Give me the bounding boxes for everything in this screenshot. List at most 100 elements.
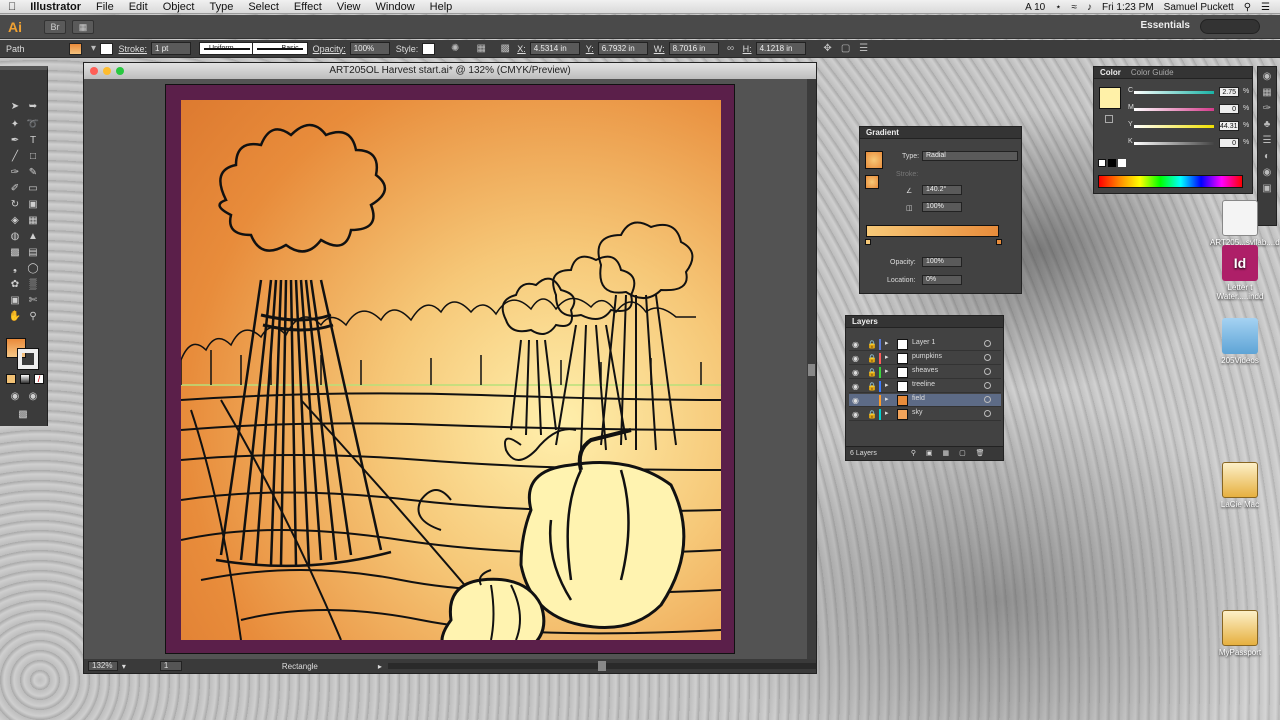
channel-y-slider[interactable] — [1134, 125, 1214, 128]
desktop-icon-mypassport[interactable]: MyPassport — [1210, 610, 1270, 657]
artboard-tool-icon[interactable]: ▣ — [8, 294, 22, 308]
screen-mode-icon[interactable]: ▩ — [16, 408, 30, 422]
scale-tool-icon[interactable]: ▣ — [26, 198, 40, 212]
delete-layer-icon[interactable]: 🗑 — [976, 450, 985, 457]
target-icon[interactable] — [984, 340, 991, 347]
stroke-swatch[interactable] — [17, 348, 39, 370]
graphic-styles-panel-icon[interactable]: ▣ — [1261, 183, 1273, 195]
canvas[interactable] — [84, 79, 809, 661]
volume-icon[interactable]: ♪ — [1087, 2, 1092, 13]
width-tool-icon[interactable]: ◈ — [8, 214, 22, 228]
desktop-icon-205videos[interactable]: 205Videos — [1210, 318, 1270, 365]
color-mode-icon[interactable] — [6, 374, 16, 384]
gradient-mode-icon[interactable] — [20, 374, 30, 384]
gradient-tool-icon[interactable]: ▤ — [26, 246, 40, 260]
lasso-tool-icon[interactable]: ➰ — [26, 118, 40, 132]
spotlight-icon[interactable]: ⚲ — [1244, 2, 1251, 13]
layer-name[interactable]: Layer 1 — [912, 339, 935, 346]
target-icon[interactable] — [984, 382, 991, 389]
none-mode-icon[interactable]: / — [34, 374, 44, 384]
stroke-label[interactable]: Stroke: — [119, 44, 148, 54]
layer-name[interactable]: field — [912, 395, 925, 402]
new-sublayer-icon[interactable]: ▦ — [942, 450, 949, 457]
height-field[interactable]: 4.1218 in — [755, 42, 806, 55]
magic-wand-tool-icon[interactable]: ✦ — [8, 118, 22, 132]
y-field[interactable]: 6.7932 in — [597, 42, 648, 55]
slice-tool-icon[interactable]: ✄ — [26, 294, 40, 308]
menu-help[interactable]: Help — [430, 1, 453, 13]
menu-view[interactable]: View — [337, 1, 361, 13]
stop-location-field[interactable]: 0% — [922, 275, 962, 285]
clipping-mask-icon[interactable]: ▣ — [926, 450, 933, 457]
scroll-thumb[interactable] — [808, 364, 815, 376]
expand-icon[interactable]: ▸ — [885, 367, 889, 375]
visibility-icon[interactable]: ◉ — [852, 354, 859, 363]
desktop-icon-syllabus[interactable]: ART205...syllab....d — [1210, 200, 1280, 247]
draw-normal-icon[interactable]: ◉ — [8, 390, 22, 404]
aspect-ratio-field[interactable]: 100% — [922, 202, 962, 212]
menu-select[interactable]: Select — [248, 1, 279, 13]
perspective-grid-tool-icon[interactable]: ▲ — [26, 230, 40, 244]
menu-type[interactable]: Type — [209, 1, 233, 13]
layer-name[interactable]: sheaves — [912, 367, 938, 374]
eyedropper-tool-icon[interactable]: ❟ — [8, 262, 22, 276]
locate-object-icon[interactable]: ⚲ — [911, 450, 916, 457]
clock[interactable]: Fri 1:23 PM — [1102, 2, 1154, 13]
mesh-tool-icon[interactable]: ▩ — [8, 246, 22, 260]
tab-layers[interactable]: Layers — [852, 317, 878, 326]
visibility-icon[interactable]: ◉ — [852, 410, 859, 419]
opacity-label[interactable]: Opacity: — [313, 44, 346, 54]
menu-file[interactable]: File — [96, 1, 114, 13]
harvest-artwork[interactable] — [181, 100, 721, 640]
minimize-window-button[interactable] — [103, 67, 111, 75]
bridge-button[interactable]: Br — [44, 19, 66, 34]
scroll-thumb[interactable] — [597, 661, 606, 671]
bluetooth-icon[interactable]: ⋆ — [1055, 2, 1061, 13]
gradient-type-select[interactable]: Radial — [922, 151, 1018, 161]
menu-edit[interactable]: Edit — [129, 1, 148, 13]
layer-row-selected[interactable]: ◉ ▸ field — [849, 394, 1001, 407]
zoom-window-button[interactable] — [116, 67, 124, 75]
menu-effect[interactable]: Effect — [294, 1, 322, 13]
expand-icon[interactable]: ▸ — [885, 381, 889, 389]
visibility-icon[interactable]: ◉ — [852, 368, 859, 377]
stroke-weight-field[interactable]: 1 pt — [151, 42, 192, 55]
channel-c-value[interactable]: 2.75 — [1219, 87, 1239, 97]
stroke-panel-icon[interactable]: ☰ — [1261, 135, 1273, 147]
graphic-style-swatch[interactable] — [422, 42, 436, 55]
fill-swatch-control[interactable] — [68, 42, 82, 55]
opacity-field[interactable]: 100% — [349, 42, 390, 55]
expand-icon[interactable]: ▸ — [885, 395, 889, 403]
none-swatch-icon[interactable] — [1098, 159, 1106, 167]
status-menu-arrow-icon[interactable]: ▸ — [378, 662, 382, 671]
hand-tool-icon[interactable]: ✋ — [8, 310, 22, 324]
expand-icon[interactable]: ▸ — [885, 409, 889, 417]
panel-menu-icon[interactable]: ☰ — [858, 43, 870, 55]
brushes-panel-icon[interactable]: ✑ — [1261, 103, 1273, 115]
adobe-status[interactable]: A 10 — [1025, 2, 1045, 13]
w-label[interactable]: W: — [654, 44, 665, 54]
tab-color-guide[interactable]: Color Guide — [1131, 68, 1174, 77]
symbols-panel-icon[interactable]: ♣ — [1261, 119, 1273, 131]
desktop-icon-letter[interactable]: Id Letter t Water.....indd — [1210, 245, 1270, 301]
lock-icon[interactable]: 🔒 — [867, 354, 877, 363]
width-field[interactable]: 8.7016 in — [668, 42, 719, 55]
paintbrush-tool-icon[interactable]: ✑ — [8, 166, 22, 180]
artboard-number-field[interactable]: 1 — [159, 661, 182, 671]
brush-definition[interactable] — [251, 42, 308, 55]
zoom-tool-icon[interactable]: ⚲ — [26, 310, 40, 324]
stop-opacity-field[interactable]: 100% — [922, 257, 962, 267]
h-label[interactable]: H: — [743, 44, 752, 54]
rotate-tool-icon[interactable]: ↻ — [8, 198, 22, 212]
channel-y-value[interactable]: 44.31 — [1219, 121, 1239, 131]
user-name[interactable]: Samuel Puckett — [1164, 2, 1234, 13]
isolate-icon[interactable]: ▢ — [840, 43, 852, 55]
visibility-icon[interactable]: ◉ — [852, 396, 859, 405]
gradient-thumbnail[interactable] — [865, 151, 883, 169]
channel-k-slider[interactable] — [1134, 142, 1214, 145]
blob-brush-tool-icon[interactable]: ✐ — [8, 182, 22, 196]
appearance-panel-icon[interactable]: ◉ — [1261, 167, 1273, 179]
eraser-tool-icon[interactable]: ▭ — [26, 182, 40, 196]
menu-object[interactable]: Object — [163, 1, 195, 13]
transparency-panel-icon[interactable]: ◐ — [1261, 151, 1273, 163]
